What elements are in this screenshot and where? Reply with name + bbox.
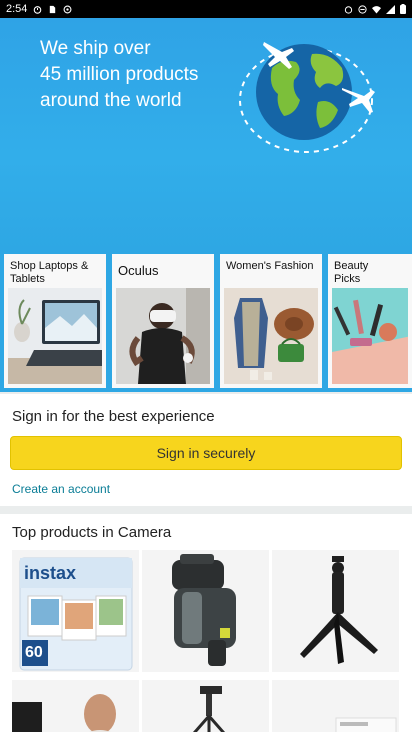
signal-icon <box>386 4 395 14</box>
instax-brand-text: instax <box>24 563 77 583</box>
oculus-image <box>116 288 210 384</box>
status-time: 2:54 <box>6 3 28 15</box>
globe-airplane-illustration <box>239 42 375 153</box>
product-6-image <box>272 680 399 732</box>
category-card-womens-fashion[interactable]: Women's Fashion <box>220 254 322 388</box>
product-tile-6[interactable] <box>272 680 399 732</box>
category-card-laptops[interactable]: Shop Laptops & Tablets <box>4 254 106 388</box>
category-card-oculus[interactable]: Oculus <box>112 254 214 388</box>
instax-count-badge: 60 <box>25 644 43 661</box>
category-card-label: Shop Laptops & Tablets <box>10 260 89 285</box>
signin-section: Sign in for the best experience Sign in … <box>0 394 412 506</box>
do-not-disturb-icon <box>358 4 367 14</box>
top-products-section: Top products in Camera instax 60 <box>0 514 412 732</box>
alarm-icon <box>344 5 353 14</box>
product-tile-tripod[interactable] <box>272 550 399 672</box>
mini-tripod-image <box>272 550 399 672</box>
product-tile-5[interactable] <box>142 680 269 732</box>
shipping-hero-banner[interactable]: We ship over 45 million products around … <box>0 18 412 250</box>
top-products-title: Top products in Camera <box>12 524 172 541</box>
sync-icon <box>63 5 72 13</box>
pocket-microscope-image <box>142 550 269 672</box>
product-tile-instax-film[interactable]: instax 60 <box>12 550 139 672</box>
create-account-link[interactable]: Create an account <box>12 482 110 496</box>
status-bar: 2:54 <box>0 0 412 18</box>
category-card-beauty[interactable]: Beauty Picks <box>328 254 412 388</box>
womens-fashion-image <box>224 288 318 384</box>
product-tile-4[interactable] <box>12 680 139 732</box>
category-card-label: Women's Fashion <box>226 260 314 272</box>
laptop-image <box>8 288 102 384</box>
product-tile-microscope[interactable] <box>142 550 269 672</box>
category-card-label: Beauty Picks <box>334 260 369 285</box>
beauty-products-image <box>332 288 408 384</box>
hero-line-1: We ship over <box>40 38 151 59</box>
signin-title: Sign in for the best experience <box>12 408 215 425</box>
timer-icon <box>34 5 42 14</box>
product-5-image <box>142 680 269 732</box>
wifi-icon <box>372 5 381 14</box>
category-card-label: Oculus <box>118 263 159 278</box>
hero-line-2: 45 million products <box>40 64 199 85</box>
sim-card-icon <box>50 5 56 13</box>
product-4-image <box>12 680 139 732</box>
hero-headline: We ship over 45 million products around … <box>40 36 198 114</box>
hero-line-3: around the world <box>40 90 182 111</box>
battery-icon <box>400 4 406 14</box>
category-cards-row: Shop Laptops & Tablets Oculus Women's Fa… <box>0 250 412 392</box>
sign-in-button[interactable]: Sign in securely <box>10 436 402 470</box>
section-divider <box>0 506 412 514</box>
